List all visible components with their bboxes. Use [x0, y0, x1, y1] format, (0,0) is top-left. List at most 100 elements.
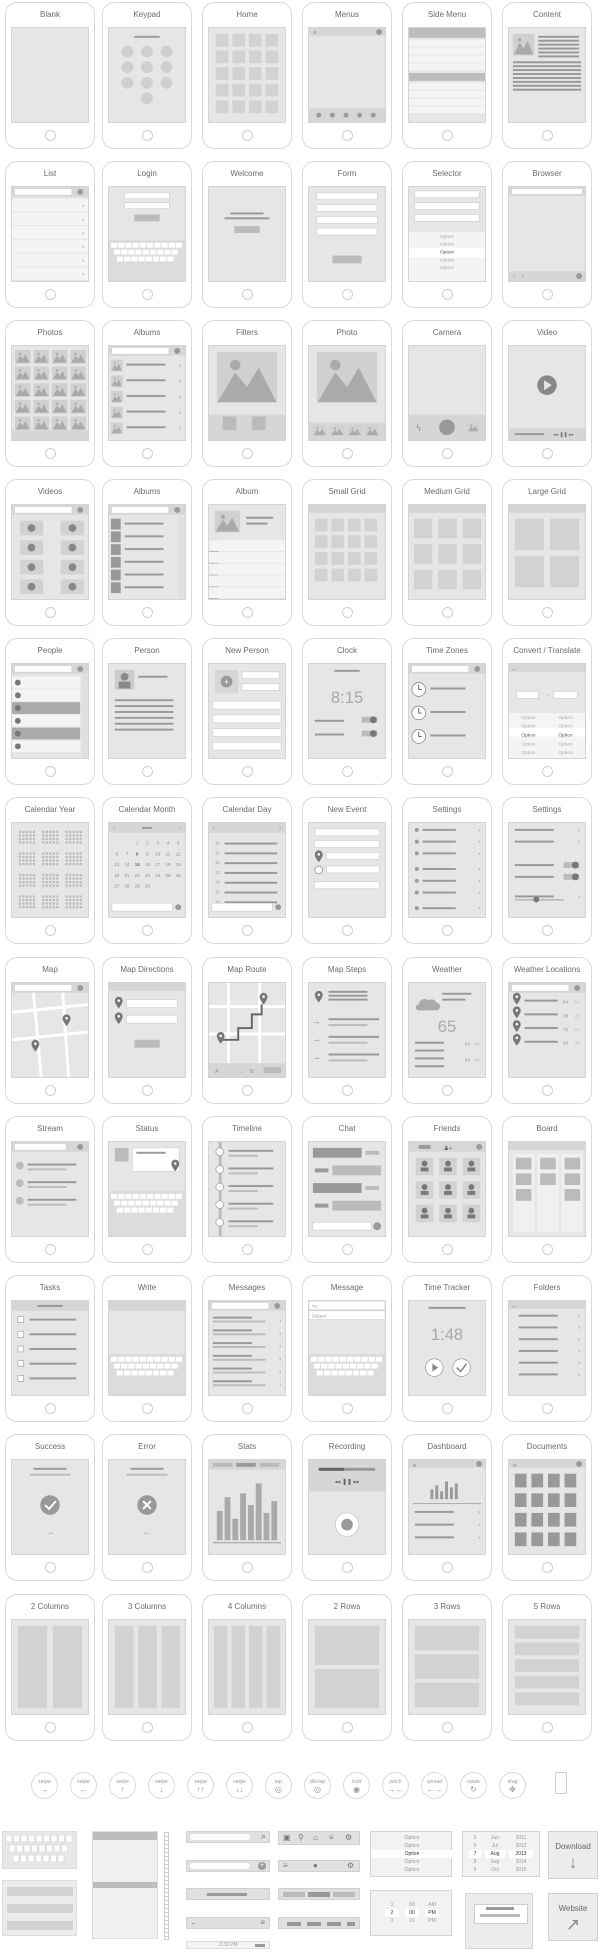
svg-text:21: 21	[125, 873, 130, 878]
home-button-icon	[542, 448, 553, 459]
screen-convert-translate: ← ⌄ Option Option Option Option Option Option Op…	[508, 663, 586, 759]
screen-side-menu	[408, 27, 486, 123]
wireframe-drawing	[12, 505, 88, 595]
dialog-component	[465, 1893, 533, 1949]
screen-title: 2 Columns	[30, 1602, 70, 1611]
screen-title: New Event	[327, 805, 367, 814]
phone-weather: Weather 65 68 48 64 48	[402, 957, 492, 1104]
svg-text:38: 38	[563, 1013, 569, 1019]
svg-text:6: 6	[116, 851, 119, 856]
home-button-icon	[242, 1722, 253, 1733]
phone-messages: Messages › › › › › ›	[202, 1275, 292, 1422]
screen-title: Dashboard	[427, 1442, 467, 1451]
screen-albums	[108, 504, 186, 600]
phone-tasks: Tasks	[5, 1275, 95, 1422]
svg-text:3: 3	[157, 841, 160, 846]
screen-video: ◂◂ ❚❚ ▸▸	[508, 345, 586, 441]
home-button-icon	[542, 1403, 553, 1414]
wireframe-drawing	[309, 351, 385, 440]
screen-title: People	[37, 646, 63, 655]
gesture-glyph-icon: ↻	[470, 1785, 477, 1794]
screen-calendar-day: ‹ › 10 11 12 13 14 15 16	[208, 822, 286, 918]
screen-title: Board	[536, 1124, 558, 1133]
svg-text:12: 12	[176, 851, 181, 856]
screen-people	[11, 663, 89, 759]
page-dots-component	[278, 1917, 360, 1929]
screen-title: Login	[137, 169, 157, 178]
svg-text:Option: Option	[521, 715, 536, 721]
svg-text:Option: Option	[440, 242, 455, 248]
home-button-icon	[45, 766, 56, 777]
wireframe-drawing: →	[29, 1467, 71, 1536]
search-bar-component: ⌕	[186, 1831, 270, 1843]
screen-title: Filters	[236, 328, 258, 337]
svg-text:›: ›	[578, 1336, 580, 1343]
screen-2-rows	[308, 1619, 386, 1715]
svg-text:26: 26	[176, 873, 181, 878]
download-button[interactable]: Download ↓	[548, 1831, 598, 1879]
home-button-icon	[442, 1403, 453, 1414]
screen-map-steps: → → →	[308, 982, 386, 1078]
phone-weather-locations: Weather Locations 84 54 38 23 75 54 65 48	[502, 957, 592, 1104]
phone-time-zones: Time Zones	[402, 638, 492, 785]
svg-text:1: 1	[136, 841, 139, 846]
wireframe-drawing	[109, 1301, 185, 1395]
screen-title: Tasks	[39, 1283, 61, 1292]
screen-videos	[11, 504, 89, 600]
screen-title: Write	[137, 1283, 157, 1292]
screen-folders: ← › › › › › ›	[508, 1300, 586, 1396]
picker-column: 123	[385, 1901, 399, 1925]
wireframe-drawing: ← › › › › › ›	[509, 1301, 585, 1378]
wireframe-drawing	[209, 510, 285, 599]
svg-text:10: 10	[155, 851, 160, 856]
screen-messages: › › › › › ›	[208, 1300, 286, 1396]
screen-title: Clock	[336, 646, 357, 655]
svg-text:›: ›	[179, 363, 181, 370]
phone-video: Video ◂◂ ❚❚ ▸▸	[502, 320, 592, 467]
screen-title: New Person	[225, 646, 269, 655]
screen-5-rows	[508, 1619, 586, 1715]
wireframe-drawing: OptionOptionOptionOptionOption	[409, 190, 485, 281]
home-button-icon	[342, 448, 353, 459]
home-button-icon	[542, 1562, 553, 1573]
screen-title: Chat	[338, 1124, 356, 1133]
gesture-glyph-icon: ◎	[275, 1785, 282, 1794]
screen-new-event	[308, 822, 386, 918]
phone-map-route: Map Route A → B	[202, 957, 292, 1104]
svg-text:Option: Option	[521, 732, 536, 738]
wireframe-drawing: ◂◂ ❚❚ ▸▸	[509, 375, 585, 440]
svg-text:⌄: ⌄	[545, 693, 549, 698]
picker-option: 2015	[515, 1867, 527, 1873]
screen-welcome	[208, 186, 286, 282]
svg-text:›: ›	[279, 1356, 281, 1363]
gesture-dbl-tap-icon: dbl-tap ◎	[304, 1772, 331, 1799]
svg-text:›: ›	[279, 1381, 281, 1388]
home-button-icon	[442, 1722, 453, 1733]
svg-text:11: 11	[166, 851, 171, 856]
home-button-icon	[342, 289, 353, 300]
wireframe-drawing	[309, 505, 385, 582]
screen-title: Albums	[133, 328, 161, 337]
screen-map	[11, 982, 89, 1078]
wireframe-drawing	[514, 1625, 580, 1706]
phone-4-columns: 4 Columns	[202, 1594, 292, 1741]
home-button-icon	[542, 1244, 553, 1255]
screen-title: Time Tracker	[423, 1283, 471, 1292]
svg-text:›: ›	[478, 827, 480, 834]
phone-stats: Stats	[202, 1434, 292, 1581]
menu-icon: ≡	[260, 1918, 265, 1927]
screen-photos	[11, 345, 89, 441]
screen-title: Photo	[336, 328, 358, 337]
svg-text:Subject:: Subject:	[312, 1314, 328, 1319]
screen-4-columns	[208, 1619, 286, 1715]
home-button-icon	[45, 130, 56, 141]
svg-text:29: 29	[135, 884, 140, 889]
screen-map-route: A → B	[208, 982, 286, 1078]
screen-medium-grid	[408, 504, 486, 600]
svg-text:Option: Option	[521, 750, 536, 756]
svg-text:›: ›	[578, 1371, 580, 1378]
website-button[interactable]: Website ↗	[548, 1893, 598, 1941]
svg-text:A: A	[215, 1069, 219, 1075]
screen-title: Message	[330, 1283, 364, 1292]
wireframe-drawing	[209, 1460, 285, 1544]
